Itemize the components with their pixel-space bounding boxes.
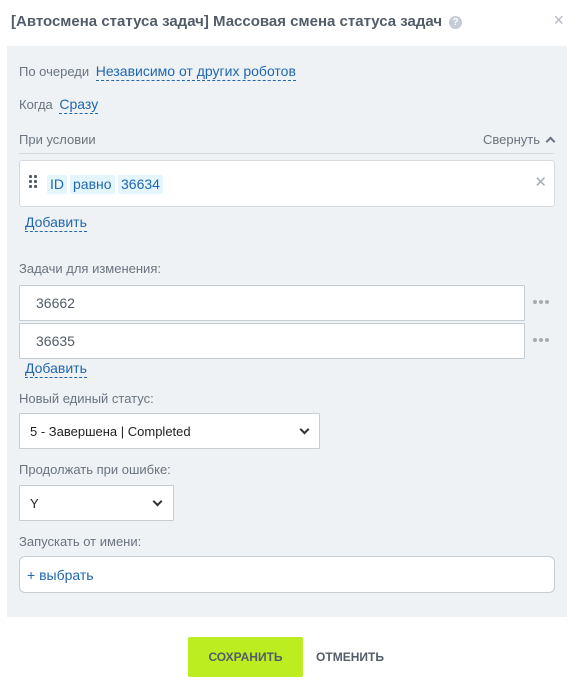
add-task-link[interactable]: Добавить bbox=[25, 360, 87, 378]
chevron-down-icon bbox=[152, 496, 163, 507]
when-label: Когда bbox=[19, 97, 53, 112]
robot-settings-panel: По очереди Независимо от других роботов … bbox=[7, 46, 567, 617]
new-status-select[interactable]: 5 - Завершена | Completed bbox=[19, 413, 320, 449]
continue-on-error-value: Y bbox=[30, 496, 39, 511]
task-id-input-2[interactable] bbox=[19, 323, 525, 359]
tasks-label: Задачи для изменения: bbox=[19, 261, 161, 276]
chevron-up-icon bbox=[545, 136, 556, 147]
close-icon[interactable]: × bbox=[553, 11, 564, 29]
delete-condition-icon[interactable]: ✕ bbox=[534, 173, 547, 191]
add-condition-link[interactable]: Добавить bbox=[25, 214, 87, 232]
run-as-label: Запускать от имени: bbox=[19, 534, 142, 549]
run-as-user-selector[interactable]: + выбрать bbox=[19, 556, 555, 593]
chevron-down-icon bbox=[299, 424, 310, 435]
task-2-menu-icon[interactable] bbox=[533, 338, 551, 344]
task-id-input-1[interactable] bbox=[19, 285, 525, 321]
cancel-button[interactable]: ОТМЕНИТЬ bbox=[310, 637, 390, 677]
condition-label: При условии bbox=[19, 132, 96, 147]
when-value-link[interactable]: Сразу bbox=[59, 96, 99, 114]
queue-mode-link[interactable]: Независимо от других роботов bbox=[95, 63, 296, 81]
dialog-title: [Автосмена статуса задач] Массовая смена… bbox=[11, 13, 463, 30]
condition-box: ID равно 36634 ✕ bbox=[19, 160, 555, 207]
task-1-menu-icon[interactable] bbox=[533, 300, 551, 306]
collapse-button[interactable]: Свернуть bbox=[482, 132, 556, 147]
queue-row: По очереди Независимо от других роботов bbox=[19, 63, 296, 81]
condition-field[interactable]: ID bbox=[47, 175, 67, 194]
condition-operator[interactable]: равно bbox=[70, 175, 115, 194]
select-user-link[interactable]: + выбрать bbox=[27, 567, 94, 583]
condition-header: При условии Свернуть bbox=[19, 130, 556, 154]
continue-on-error-label: Продолжать при ошибке: bbox=[19, 462, 171, 477]
new-status-value: 5 - Завершена | Completed bbox=[30, 424, 191, 439]
drag-handle-icon[interactable] bbox=[29, 175, 37, 191]
new-status-label: Новый единый статус: bbox=[19, 391, 154, 406]
dialog-title-text: [Автосмена статуса задач] Массовая смена… bbox=[11, 13, 443, 30]
help-icon[interactable]: ? bbox=[449, 16, 463, 29]
save-button[interactable]: СОХРАНИТЬ bbox=[188, 637, 303, 677]
condition-value[interactable]: 36634 bbox=[118, 175, 163, 194]
continue-on-error-select[interactable]: Y bbox=[19, 485, 174, 521]
collapse-label: Свернуть bbox=[482, 132, 540, 147]
dialog-header: [Автосмена статуса задач] Массовая смена… bbox=[0, 0, 577, 46]
when-row: Когда Сразу bbox=[19, 96, 99, 114]
queue-label: По очереди bbox=[19, 64, 90, 79]
